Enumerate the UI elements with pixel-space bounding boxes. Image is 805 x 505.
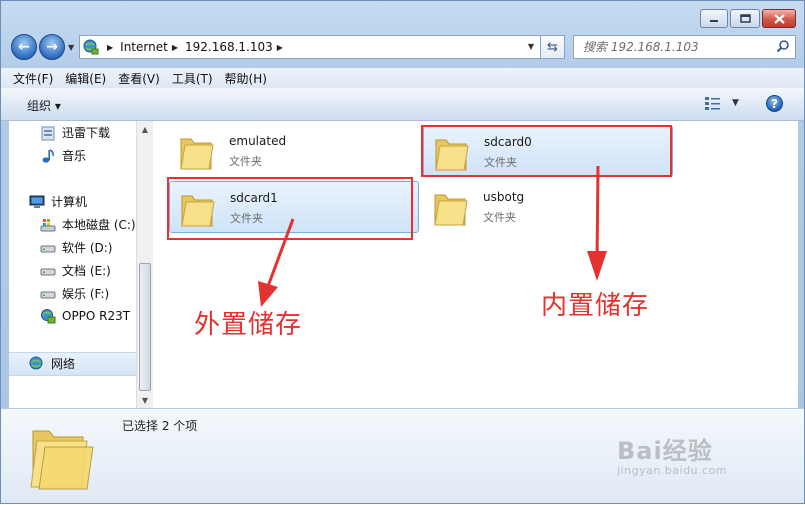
selection-count: 已选择 2 个项: [122, 419, 198, 433]
watermark-url: jingyan.baidu.com: [617, 464, 728, 477]
annotation-label-external: 外置储存: [194, 310, 303, 340]
explorer-window: ← → ▼ ▶ Internet ▶ 192.168.1.103 ▶ ▼ ⇆ 搜…: [0, 0, 805, 504]
annotation-label-internal: 内置储存: [541, 291, 650, 321]
watermark: Bai经验 jingyan.baidu.com: [617, 431, 727, 477]
arrow-down-icon: [258, 218, 295, 307]
watermark-logo: Bai经验: [617, 437, 713, 465]
arrow-down-icon: [587, 165, 607, 281]
folder-stack-icon: [30, 430, 94, 490]
